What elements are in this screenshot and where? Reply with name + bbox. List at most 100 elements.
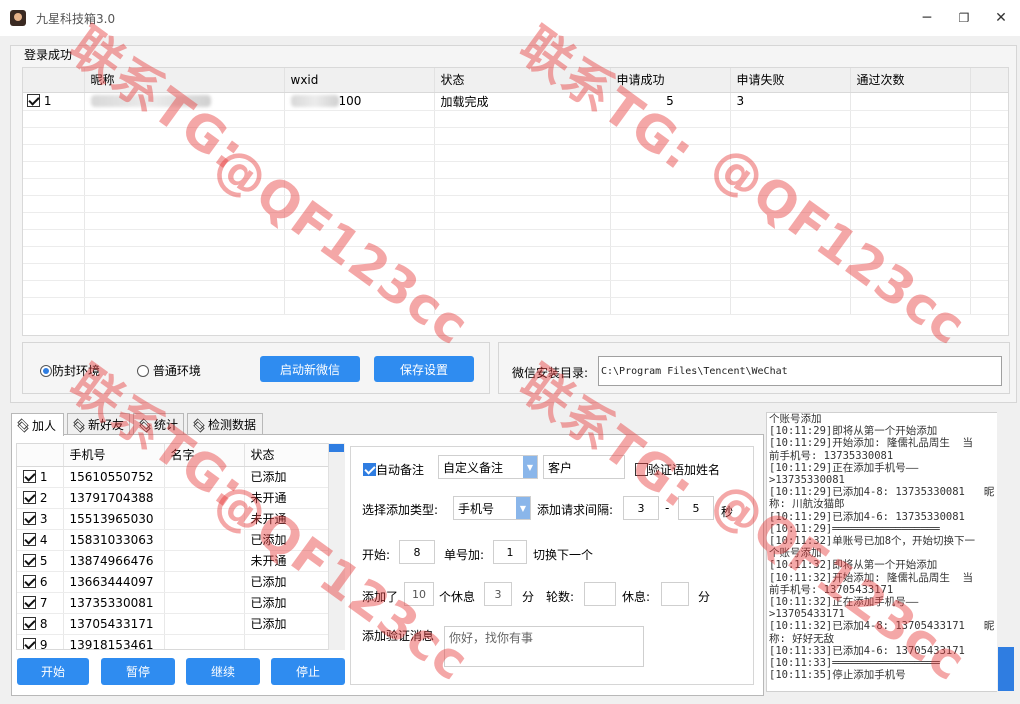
rest2-input[interactable] [661,582,689,606]
layers-icon [192,419,205,431]
start-new-wechat-button[interactable]: 启动新微信 [260,356,360,382]
tab-label: 检测数据 [208,418,257,432]
interval-max-input[interactable]: 5 [678,496,714,520]
tab-label: 加人 [32,418,57,433]
account-grid[interactable]: 昵称 wxid 状态 申请成功 申请失败 通过次数 1 100 加载完成 5 3 [22,67,1009,336]
start-button[interactable]: 开始 [17,658,89,685]
radio-antiban-env[interactable]: 防封环境 [40,362,100,379]
remark-text-input[interactable]: 客户 [543,455,625,479]
column-header-name[interactable]: 名字 [164,444,245,467]
log-line: 个账号添加 [769,413,822,425]
table-row [23,229,1008,247]
verify-message-input[interactable]: 你好，找你有事 [444,626,644,667]
column-header-fail[interactable]: 申请失败 [730,68,851,93]
phone-cell: 13791704388 [63,487,165,509]
table-row[interactable]: 1 15610550752 已添加 [17,466,330,488]
passed-cell [850,92,971,111]
column-header-phone[interactable]: 手机号 [63,444,165,467]
log-line: 称: 川航汝猫郎 [769,498,845,511]
success-cell: 5 [610,92,731,111]
interval-min-input[interactable]: 3 [623,496,659,520]
added-count-label: 添加了 [362,590,399,604]
phone-grid-scrollbar[interactable] [328,443,345,650]
per-account-input[interactable]: 1 [493,540,527,564]
switch-next-label: 切换下一个 [533,548,594,562]
row-checkbox[interactable] [23,637,36,649]
close-button[interactable]: ✕ [978,0,1020,36]
save-settings-button[interactable]: 保存设置 [374,356,474,382]
table-row[interactable]: 6 13663444097 已添加 [17,571,330,593]
row-checkbox[interactable] [23,574,36,588]
log-scroll-thumb[interactable] [998,647,1014,691]
status-cell: 未开通 [244,508,330,530]
column-header-success[interactable]: 申请成功 [610,68,731,93]
row-checkbox[interactable] [23,511,36,525]
column-header-status[interactable]: 状态 [434,68,611,93]
layers-icon [72,419,85,431]
table-row [23,212,1008,230]
rest-after-label: 个休息 [439,590,476,604]
row-index: 2 [39,490,48,505]
tab-check-data[interactable]: 检测数据 [187,413,263,435]
table-row [23,195,1008,213]
table-row[interactable]: 8 13705433171 已添加 [17,613,330,635]
row-index: 1 [43,94,52,108]
interval-dash: - [665,501,670,515]
rounds-input[interactable] [584,582,616,606]
column-header[interactable] [17,444,64,467]
status-cell: 未开通 [244,487,330,509]
row-checkbox[interactable] [23,616,36,630]
log-line: >13735330081 [769,474,845,487]
row-checkbox[interactable] [23,553,36,567]
phone-grid-scroll-thumb[interactable] [329,444,344,452]
row-checkbox[interactable] [23,490,36,504]
radio-normal-env[interactable]: 普通环境 [137,362,201,379]
tab-stats[interactable]: 统计 [133,413,184,435]
tab-add[interactable]: 加人 [11,413,64,436]
status-cell: 已添加 [244,571,330,593]
phone-grid[interactable]: 手机号 名字 状态 1 15610550752 已添加 2 13791704388 未开… [16,443,345,650]
status-cell [244,634,330,649]
pause-button[interactable]: 暂停 [101,658,175,685]
row-checkbox[interactable] [23,532,36,546]
auto-remark-checkbox[interactable]: 自动备注 [363,461,424,478]
table-row[interactable]: 4 15831033063 已添加 [17,529,330,551]
column-header[interactable] [23,68,85,93]
chevron-down-icon: ▼ [516,497,530,519]
table-row[interactable]: 7 13735330081 已添加 [17,592,330,614]
table-row[interactable]: 2 13791704388 未开通 [17,487,330,509]
row-index: 5 [39,553,48,568]
add-type-select[interactable]: 手机号 ▼ [453,496,531,520]
radio-normal-label: 普通环境 [152,364,201,378]
row-checkbox[interactable] [23,595,36,609]
table-row[interactable]: 1 100 加载完成 5 3 [23,92,1008,111]
column-header-nickname[interactable]: 昵称 [84,68,285,93]
added-count-input[interactable]: 10 [404,582,434,606]
name-cell [164,466,245,488]
row-checkbox[interactable] [23,469,36,483]
start-index-input[interactable]: 8 [399,540,435,564]
name-cell [164,529,245,551]
table-row[interactable]: 9 13918153461 [17,634,330,649]
tab-new-friends[interactable]: 新好友 [67,413,130,435]
log-line: [10:11:35]停止添加手机号 [769,669,906,682]
log-line: >13705433171 [769,608,845,621]
column-header-passed[interactable]: 通过次数 [850,68,971,93]
table-row[interactable]: 5 13874966476 未开通 [17,550,330,572]
row-checkbox[interactable] [27,94,40,107]
column-header-status[interactable]: 状态 [244,444,330,467]
radio-icon-selected [40,365,52,377]
install-dir-input[interactable]: C:\Program Files\Tencent\WeChat [598,356,1002,386]
app-icon [10,10,26,26]
table-row[interactable]: 3 15513965030 未开通 [17,508,330,530]
log-line: [10:11:29]正在添加手机号—— [769,461,919,474]
stop-button[interactable]: 停止 [271,658,345,685]
resume-button[interactable]: 继续 [186,658,260,685]
rest-minutes-input[interactable]: 3 [484,582,512,606]
row-index: 4 [39,532,48,547]
verify-name-checkbox[interactable]: 验证语加姓名 [635,461,720,478]
nickname-blurred [90,95,211,107]
column-header-wxid[interactable]: wxid [284,68,435,93]
remark-mode-select[interactable]: 自定义备注 ▼ [438,455,538,479]
status-cell: 已添加 [244,613,330,635]
